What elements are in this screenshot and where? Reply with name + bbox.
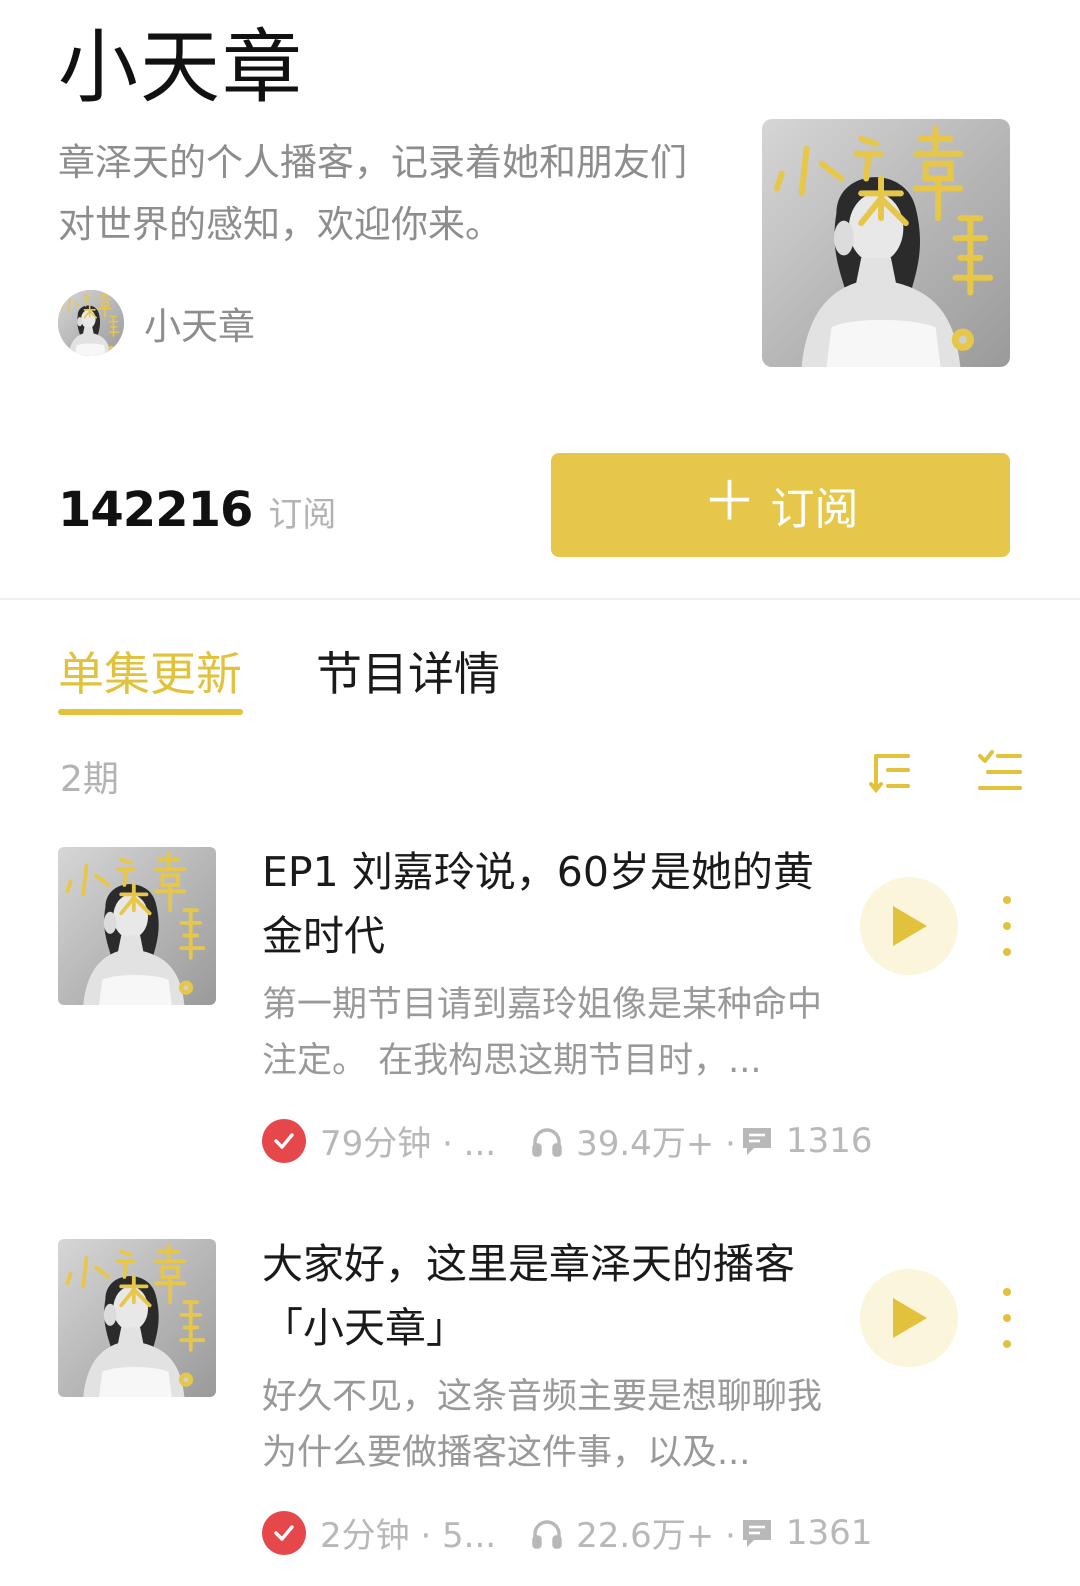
- episode-count: 2期: [60, 759, 119, 800]
- episode-description: 好久不见，这条音频主要是想聊聊我为什么要做播客这件事，以及...: [262, 1377, 823, 1473]
- episode-comments: 1361: [785, 1512, 873, 1553]
- episode-plays: 22.6万+ ·: [576, 1516, 736, 1556]
- tab-active-indicator: [58, 709, 243, 715]
- play-icon: [893, 906, 927, 946]
- avatar[interactable]: [58, 290, 124, 356]
- episode-meta: 2分钟 · 5... 22.6万+ · 1361: [262, 1508, 872, 1557]
- more-options-button[interactable]: [997, 1288, 1017, 1348]
- subscriber-count: 142216: [58, 482, 253, 538]
- tab-details[interactable]: 节目详情: [316, 646, 500, 702]
- episode-plays: 39.4万+ ·: [576, 1124, 736, 1164]
- comment-icon: [740, 1516, 774, 1550]
- play-button[interactable]: [860, 877, 958, 975]
- episode-duration: 79分钟 · ...: [320, 1124, 497, 1164]
- plus-icon: ＋: [702, 470, 757, 533]
- tab-episodes[interactable]: 单集更新: [58, 646, 242, 702]
- episode-duration: 2分钟 · 5...: [320, 1516, 497, 1556]
- sort-icon[interactable]: [868, 748, 916, 796]
- list-filter-icon[interactable]: [976, 748, 1024, 796]
- comment-icon: [740, 1124, 774, 1158]
- subscribe-button-label: 订阅: [770, 484, 859, 535]
- episode-cover[interactable]: [58, 1239, 216, 1397]
- check-icon: [262, 1118, 306, 1163]
- author-name[interactable]: 小天章: [144, 296, 255, 350]
- more-options-button[interactable]: [997, 896, 1017, 956]
- play-icon: [893, 1298, 927, 1338]
- subscribe-button[interactable]: ＋ 订阅: [551, 453, 1010, 557]
- episode-cover[interactable]: [58, 847, 216, 1005]
- author-row[interactable]: 小天章: [58, 290, 255, 356]
- episode-title[interactable]: EP1 刘嘉玲说，60岁是她的黄金时代: [262, 840, 842, 968]
- episode-description: 第一期节目请到嘉玲姐像是某种命中注定。 在我构思这期节目时，...: [262, 985, 823, 1081]
- headphone-icon: [530, 1124, 564, 1158]
- divider: [0, 598, 1080, 600]
- page-title: 小天章: [58, 21, 304, 114]
- podcast-cover: [762, 119, 1010, 367]
- subscriber-stats: 142216 订阅: [58, 482, 336, 538]
- episode-title[interactable]: 大家好，这里是章泽天的播客「小天章」: [262, 1232, 842, 1360]
- episode-meta: 79分钟 · ... 39.4万+ · 1316: [262, 1116, 872, 1165]
- subscriber-label: 订阅: [268, 495, 337, 535]
- headphone-icon: [530, 1516, 564, 1550]
- check-icon: [262, 1510, 306, 1555]
- podcast-description: 章泽天的个人播客，记录着她和朋友们对世界的感知，欢迎你来。: [58, 141, 687, 246]
- episode-comments: 1316: [785, 1120, 873, 1161]
- play-button[interactable]: [860, 1269, 958, 1367]
